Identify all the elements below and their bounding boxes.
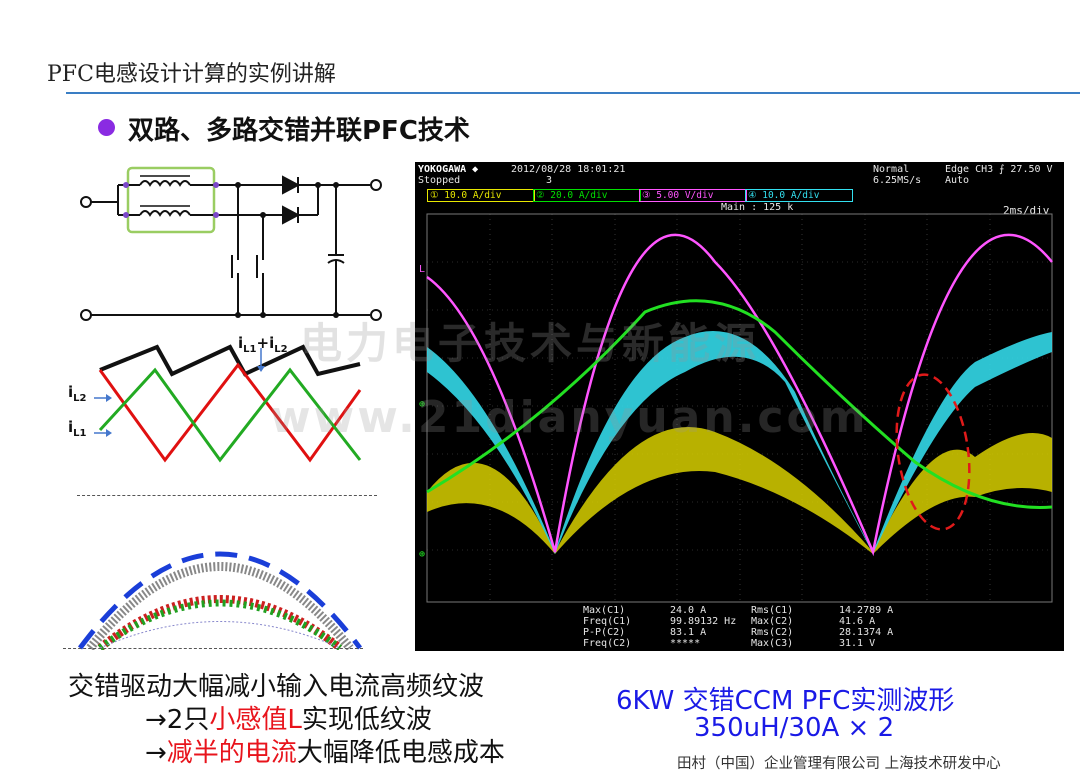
- label-il1-plus-il2: iL1+iL2: [238, 334, 288, 355]
- watermark-url: www.21dianyuan.com: [270, 392, 869, 443]
- watermark-text: 电力电子技术与新能源: [300, 319, 761, 368]
- title-rule: [66, 92, 1080, 94]
- caption-right-line1: 6KW 交错CCM PFC实测波形: [616, 686, 955, 716]
- meas-col1: Max(C1) Freq(C1) P-P(C2) Freq(C2): [583, 605, 632, 649]
- meas-col4: 14.2789 A 41.6 A 28.1374 A 31.1 V: [839, 605, 894, 649]
- dashed-baseline: [63, 648, 363, 649]
- caption-left-line1: 交错驱动大幅减小输入电流高频纹波: [68, 672, 485, 702]
- bullet-dot-icon: [98, 119, 115, 136]
- svg-text:L: L: [419, 264, 425, 275]
- svg-text:⊕: ⊕: [419, 549, 425, 560]
- label-il1: iL1: [68, 418, 87, 439]
- label-il2: iL2: [68, 383, 87, 404]
- bullet-heading: 双路、多路交错并联PFC技术: [128, 116, 470, 146]
- footer-company: 田村（中国）企业管理有限公司 上海技术研发中心: [677, 756, 1001, 772]
- interleaved-pfc-circuit: [80, 166, 382, 321]
- caption-right-line2: 350uH/30A × 2: [694, 713, 895, 743]
- meas-col3: Rms(C1) Max(C2) Rms(C2) Max(C3): [751, 605, 794, 649]
- caption-left-line3: →减半的电流大幅降低电感成本: [145, 738, 505, 768]
- dashed-separator: [77, 495, 377, 496]
- envelope-diagram: [77, 551, 363, 650]
- meas-col2: 24.0 A 99.89132 Hz 83.1 A *****: [670, 605, 737, 649]
- caption-left-line2: →2只小感值L实现低纹波: [145, 705, 432, 735]
- page-title: PFC电感设计计算的实例讲解: [47, 62, 336, 87]
